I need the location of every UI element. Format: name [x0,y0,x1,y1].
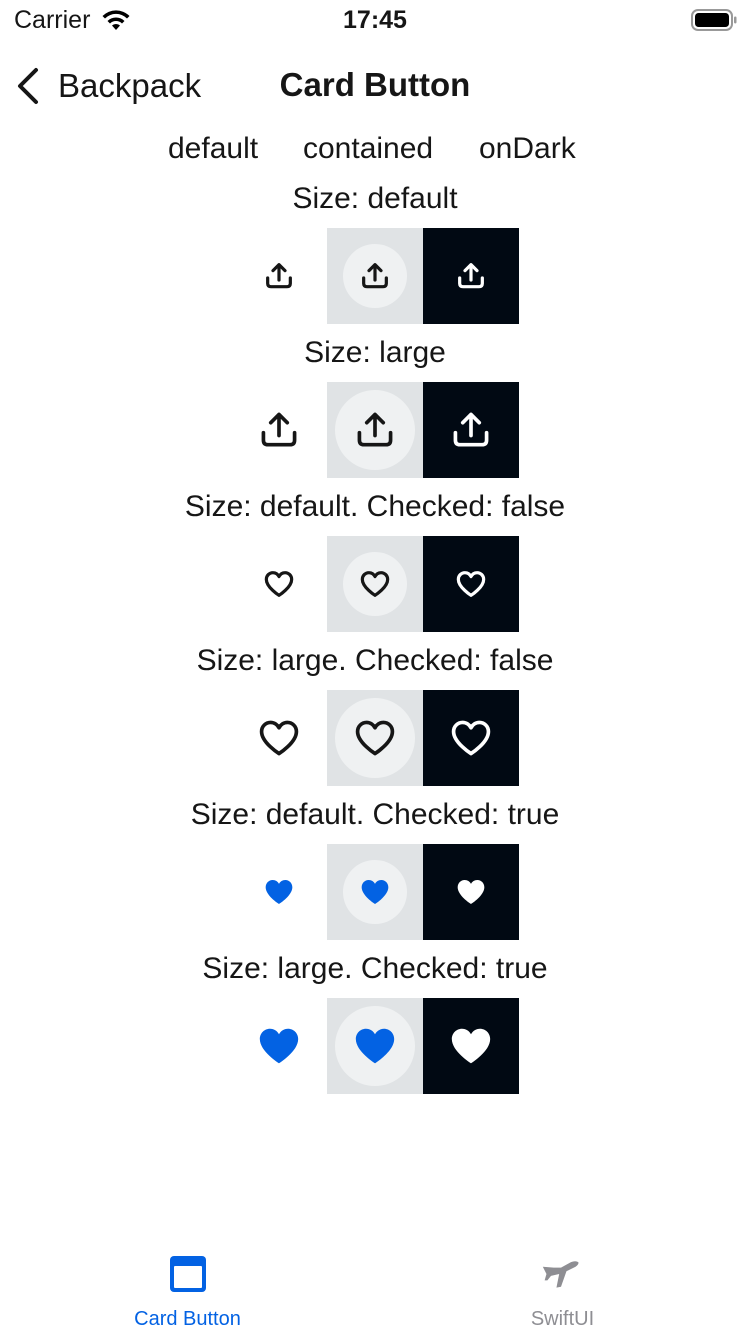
card-button-default[interactable] [231,690,327,786]
card-button-contained[interactable] [327,844,423,940]
heart-filled-icon [451,1028,491,1064]
heart-outline-icon [456,571,486,597]
share-icon [453,412,489,447]
battery-icon [691,9,737,31]
tab-label: SwiftUI [530,1308,595,1330]
card-button-default[interactable] [231,536,327,632]
button-row [231,228,519,324]
heart-filled-icon [361,880,389,904]
button-row [231,536,519,632]
status-bar: Carrier 17:45 [0,0,750,40]
column-header-ondark: onDark [479,132,576,165]
card-button-default[interactable] [231,844,327,940]
share-icon [261,412,297,447]
tab-swiftui[interactable]: SwiftUI [375,1236,750,1334]
section-label: Size: large [304,336,446,369]
card-button-ondark[interactable] [423,998,519,1094]
card-button-ondark[interactable] [423,844,519,940]
status-time: 17:45 [343,6,407,34]
column-header-default: default [168,132,259,165]
share-icon [362,263,388,289]
contained-circle [343,244,407,308]
card-button-default[interactable] [231,228,327,324]
card-button-default[interactable] [231,382,327,478]
card-button-contained[interactable] [327,382,423,478]
heart-filled-icon [457,880,485,904]
share-icon [458,263,484,289]
page-title: Card Button [279,66,471,103]
card-button-ondark[interactable] [423,536,519,632]
heart-filled-icon [259,1028,299,1064]
share-icon [357,412,393,447]
section-label: Size: default [292,182,458,215]
button-row [231,844,519,940]
column-headers: default contained onDark [0,132,750,172]
contained-circle [343,552,407,616]
section-label: Size: large. Checked: true [202,952,548,985]
card-button-contained[interactable] [327,536,423,632]
heart-outline-icon [355,720,395,756]
card-button-contained[interactable] [327,998,423,1094]
section-label: Size: large. Checked: false [196,644,554,677]
tab-card-button[interactable]: Card Button [0,1236,375,1334]
card-button-icon [170,1256,206,1292]
card-button-ondark[interactable] [423,228,519,324]
heart-outline-icon [264,571,294,597]
card-button-contained[interactable] [327,690,423,786]
section-label: Size: default. Checked: false [184,490,566,523]
heart-outline-icon [451,720,491,756]
section-label: Size: default. Checked: true [190,798,560,831]
share-icon [266,263,292,289]
button-row [231,690,519,786]
card-button-default[interactable] [231,998,327,1094]
tab-label: Card Button [134,1308,241,1330]
card-button-ondark[interactable] [423,382,519,478]
card-button-ondark[interactable] [423,690,519,786]
heart-filled-icon [355,1028,395,1064]
button-row [231,382,519,478]
tab-bar: Card Button SwiftUI [0,1236,750,1334]
navigation-bar: Backpack Card Button [0,58,750,114]
contained-circle [343,860,407,924]
contained-circle [335,1006,415,1086]
heart-outline-icon [360,571,390,597]
airplane-icon [542,1261,579,1288]
heart-outline-icon [259,720,299,756]
button-row [231,998,519,1094]
contained-circle [335,698,415,778]
column-header-contained: contained [303,132,434,165]
heart-filled-icon [265,880,293,904]
contained-circle [335,390,415,470]
card-button-contained[interactable] [327,228,423,324]
